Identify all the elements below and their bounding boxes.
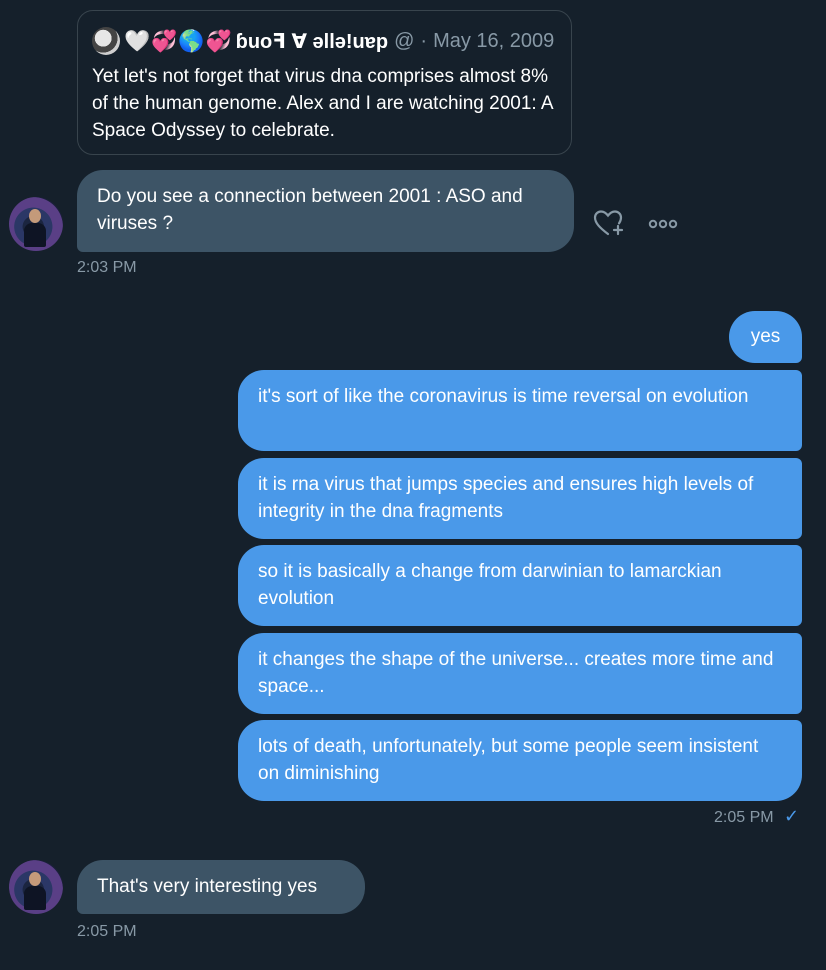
outgoing-message-bubble[interactable]: yes bbox=[729, 311, 802, 363]
message-timestamp: 2:03 PM bbox=[77, 259, 137, 276]
globe-emoji: 🌎 bbox=[178, 28, 205, 53]
outgoing-message-text: so it is basically a change from darwini… bbox=[258, 561, 722, 609]
revolving-hearts-emoji: 💞 bbox=[151, 28, 178, 53]
outgoing-message-text: it is rna virus that jumps species and e… bbox=[258, 474, 754, 522]
quoted-tweet-text: Yet let's not forget that virus dna comp… bbox=[92, 66, 553, 141]
quoted-tweet-date: May 16, 2009 bbox=[433, 29, 555, 52]
outgoing-message-text: lots of death, unfortunately, but some p… bbox=[258, 736, 759, 784]
more-dots-icon bbox=[648, 219, 678, 229]
outgoing-message-text: it changes the shape of the universe... … bbox=[258, 649, 774, 697]
quoted-tweet-header: 🤍 💞 🌎 💞 ɓuoꟻ ∀ ǝllǝ!uɐp @ · May 16, 2009 bbox=[92, 27, 554, 55]
react-button[interactable] bbox=[592, 207, 624, 239]
incoming-message-bubble[interactable]: That's very interesting yes bbox=[77, 860, 365, 914]
quoted-author-handle: @ bbox=[394, 29, 415, 52]
outgoing-message-bubble[interactable]: it is rna virus that jumps species and e… bbox=[238, 458, 802, 539]
read-check-icon: ✓ bbox=[784, 806, 800, 827]
message-timestamp: 2:05 PM bbox=[77, 923, 137, 940]
more-options-button[interactable] bbox=[647, 208, 679, 240]
revolving-hearts-emoji: 💞 bbox=[205, 28, 232, 53]
separator-dot: · bbox=[420, 29, 428, 52]
quoted-tweet-card[interactable]: 🤍 💞 🌎 💞 ɓuoꟻ ∀ ǝllǝ!uɐp @ · May 16, 2009… bbox=[77, 10, 572, 155]
outgoing-message-bubble[interactable]: lots of death, unfortunately, but some p… bbox=[238, 720, 802, 801]
white-heart-emoji: 🤍 bbox=[124, 28, 151, 53]
heart-plus-icon bbox=[593, 210, 624, 236]
outgoing-message-text: yes bbox=[750, 326, 781, 347]
outgoing-timestamp: 2:05 PM bbox=[714, 809, 774, 826]
outgoing-message-bubble[interactable]: it changes the shape of the universe... … bbox=[238, 633, 802, 714]
outgoing-message-text: it's sort of like the coronavirus is tim… bbox=[258, 386, 749, 407]
outgoing-message-bubble[interactable]: it's sort of like the coronavirus is tim… bbox=[238, 370, 802, 451]
contact-avatar[interactable] bbox=[9, 860, 63, 914]
incoming-message-bubble[interactable]: Do you see a connection between 2001 : A… bbox=[77, 170, 574, 252]
quoted-author-avatar bbox=[92, 27, 120, 55]
incoming-message-text: That's very interesting yes bbox=[97, 876, 318, 897]
contact-avatar[interactable] bbox=[9, 197, 63, 251]
outgoing-message-bubble[interactable]: so it is basically a change from darwini… bbox=[238, 545, 802, 626]
quoted-author-name: ɓuoꟻ ∀ ǝllǝ!uɐp bbox=[235, 30, 389, 53]
incoming-message-text: Do you see a connection between 2001 : A… bbox=[97, 186, 523, 234]
